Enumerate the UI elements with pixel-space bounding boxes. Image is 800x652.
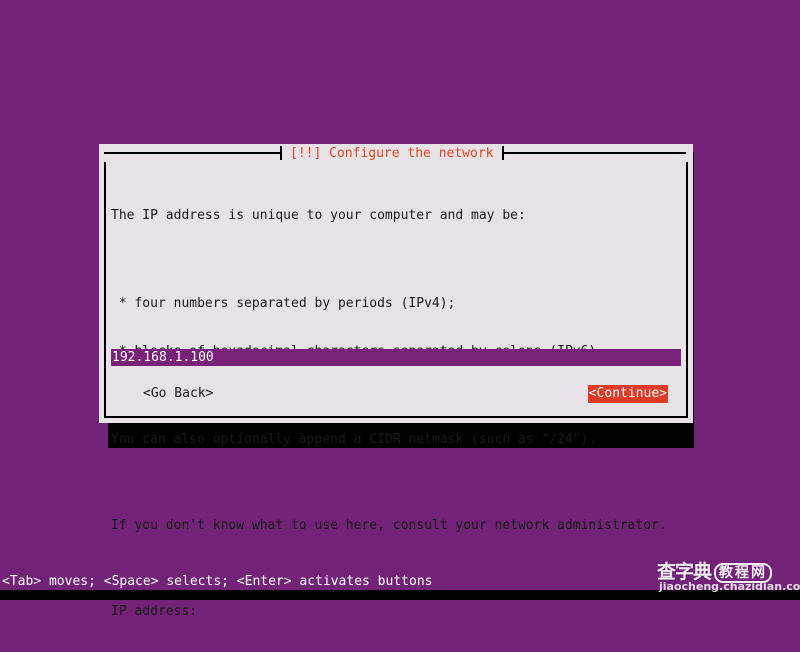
- ip-address-value: 192.168.1.100: [112, 350, 214, 365]
- dialog-titlebar: [!!] Configure the network: [99, 144, 693, 162]
- body-spacer-3: [111, 480, 677, 486]
- admin-hint-text: If you don't know what to use here, cons…: [111, 518, 667, 533]
- body-spacer-4: [111, 566, 677, 572]
- continue-button[interactable]: <Continue>: [587, 385, 668, 403]
- intro-text: The IP address is unique to your compute…: [111, 208, 526, 223]
- dialog-button-row: <Go Back> <Continue>: [111, 385, 677, 403]
- ip-address-label: IP address:: [111, 604, 198, 619]
- page-title: [!!] Configure the network: [290, 145, 494, 161]
- site-watermark: 查字典 教程网 jiaocheng.chazidian.com: [657, 562, 800, 593]
- cidr-note-text: You can also optionally append a CIDR ne…: [111, 432, 597, 447]
- body-spacer-1: [111, 256, 677, 264]
- ip-address-input[interactable]: ________________________________________…: [111, 349, 681, 366]
- ip-address-field-wrapper[interactable]: ________________________________________…: [111, 349, 681, 366]
- watermark-url: jiaocheng.chazidian.com: [659, 580, 800, 593]
- titlebar-rule-left: [104, 152, 280, 154]
- installer-screen: [!!] Configure the network The IP addres…: [0, 0, 800, 619]
- go-back-button[interactable]: <Go Back>: [143, 385, 213, 403]
- titlebar-rule-right: [503, 152, 686, 154]
- bullet-ipv4: * four numbers separated by periods (IPv…: [111, 296, 456, 311]
